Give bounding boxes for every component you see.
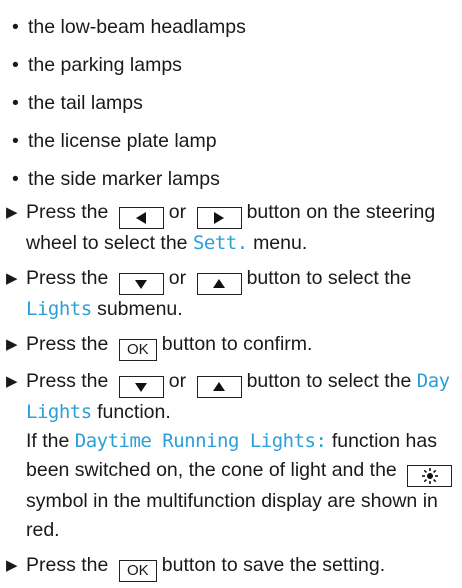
step-arrow-icon: ▶ (6, 336, 18, 353)
up-arrow-key-icon (196, 273, 242, 295)
ok-key: OK (118, 339, 157, 361)
step-arrow-icon: ▶ (6, 373, 18, 390)
list-item: • the low-beam headlamps (12, 16, 246, 38)
list-item-text: the side marker lamps (28, 168, 220, 190)
instruction-step: ▶ Press the or button on the steering wh… (6, 198, 458, 258)
list-item: • the side marker lamps (12, 168, 220, 190)
instruction-step: ▶ Press the or button to select the Ligh… (6, 264, 458, 324)
step-arrow-icon: ▶ (6, 270, 18, 287)
instruction-step: ▶ Press the OK button to confirm. (6, 330, 458, 361)
down-arrow-key-icon (118, 273, 164, 295)
step-arrow-icon: ▶ (6, 204, 18, 221)
menu-name: Sett. (192, 232, 248, 254)
ok-key: OK (118, 560, 157, 582)
up-arrow-key-icon (196, 376, 242, 398)
lamp-list: • the low-beam headlamps • the parking lam… (12, 8, 452, 198)
list-item: • the parking lamps (12, 54, 182, 76)
list-item-text: the low-beam headlamps (28, 16, 246, 38)
list-item: • the license plate lamp (12, 130, 217, 152)
list-item-text: the tail lamps (28, 92, 143, 114)
instruction-step: ▶ Press the OK button to save the setting… (6, 551, 458, 582)
left-arrow-key-icon (118, 207, 164, 229)
function-name: Daytime Running Lights: (74, 430, 327, 452)
list-item-text: the license plate lamp (28, 130, 217, 152)
step-arrow-icon: ▶ (6, 557, 18, 574)
down-arrow-key-icon (118, 376, 164, 398)
light-symbol-icon (407, 465, 453, 487)
list-item: • the tail lamps (12, 92, 143, 114)
list-item-text: the parking lamps (28, 54, 182, 76)
instruction-steps: ▶ Press the or button on the steering wh… (6, 198, 458, 588)
submenu-name: Lights (26, 298, 92, 320)
right-arrow-key-icon (196, 207, 242, 229)
instruction-step: ▶ Press the or button to select the Day … (6, 367, 458, 545)
